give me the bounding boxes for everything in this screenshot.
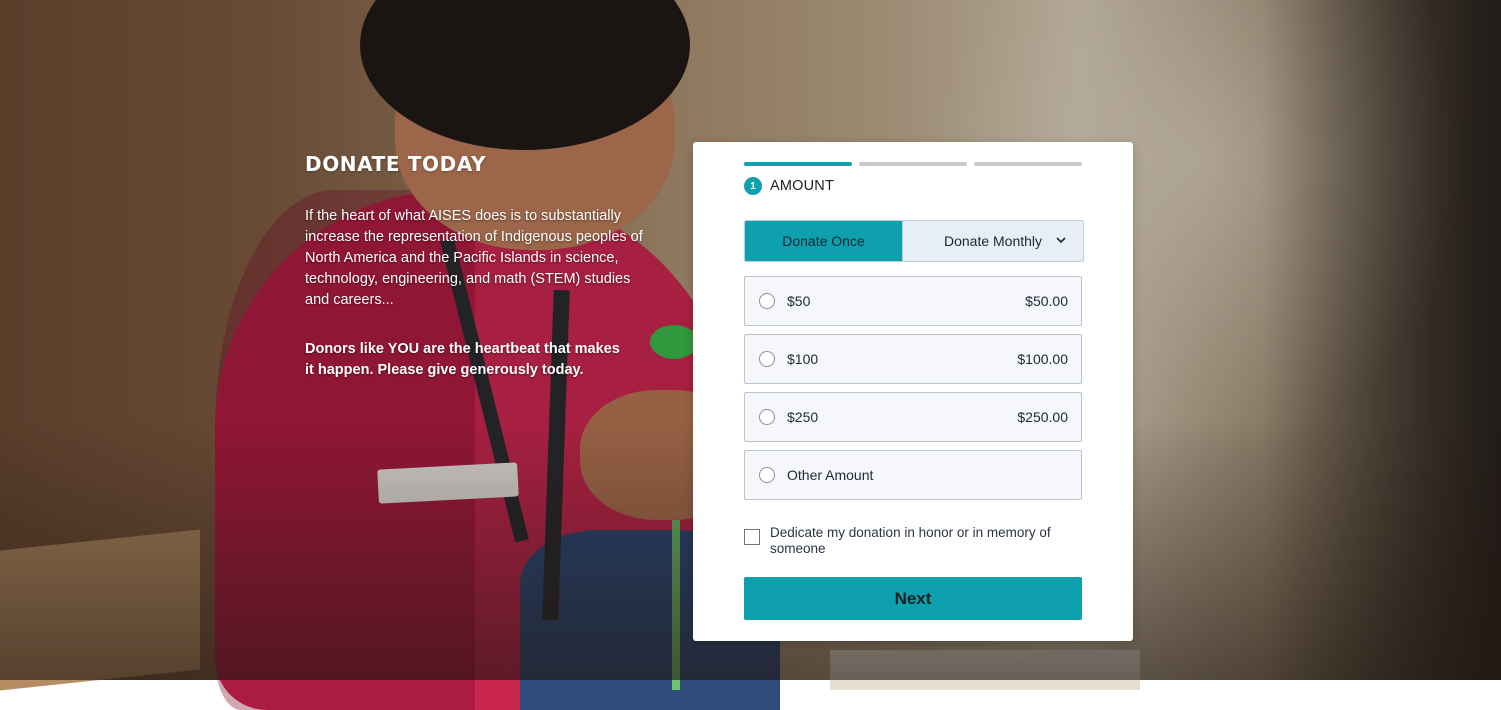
amount-option-50[interactable]: $50 $50.00 bbox=[744, 276, 1082, 326]
amount-label: $50 bbox=[787, 293, 811, 309]
amount-option-other[interactable]: Other Amount bbox=[744, 450, 1082, 500]
intro-emphasis: Donors like YOU are the heartbeat that m… bbox=[305, 341, 620, 378]
amount-option-100[interactable]: $100 $100.00 bbox=[744, 334, 1082, 384]
chevron-down-icon bbox=[1056, 237, 1066, 244]
amount-radio[interactable] bbox=[759, 293, 775, 309]
amount-label: Other Amount bbox=[787, 467, 874, 483]
donate-monthly-dropdown[interactable]: Donate Monthly bbox=[902, 221, 1083, 261]
amount-value: $250.00 bbox=[1017, 409, 1068, 425]
amount-option-250[interactable]: $250 $250.00 bbox=[744, 392, 1082, 442]
donation-form-card: 1 AMOUNT Donate Once Donate Monthly $50 … bbox=[693, 142, 1133, 641]
step-progress bbox=[744, 162, 1082, 166]
intro-paragraph: If the heart of what AISES does is to su… bbox=[305, 208, 643, 308]
dedicate-checkbox[interactable] bbox=[744, 529, 760, 545]
donate-once-button[interactable]: Donate Once bbox=[745, 221, 902, 261]
step-bar-1 bbox=[744, 162, 852, 166]
amount-value: $50.00 bbox=[1025, 293, 1068, 309]
dedicate-label: Dedicate my donation in honor or in memo… bbox=[770, 525, 1051, 556]
amount-radio[interactable] bbox=[759, 467, 775, 483]
frequency-toggle: Donate Once Donate Monthly bbox=[744, 220, 1084, 262]
amount-radio[interactable] bbox=[759, 409, 775, 425]
next-button[interactable]: Next bbox=[744, 577, 1082, 620]
amount-label: $250 bbox=[787, 409, 819, 425]
dedicate-option: Dedicate my donation in honor or in memo… bbox=[744, 525, 1082, 557]
step-label: AMOUNT bbox=[770, 178, 835, 194]
page-title: DONATE TODAY bbox=[305, 152, 487, 176]
intro-section: DONATE TODAY If the heart of what AISES … bbox=[305, 152, 645, 381]
amount-value: $100.00 bbox=[1017, 351, 1068, 367]
amount-label: $100 bbox=[787, 351, 819, 367]
donate-monthly-label: Donate Monthly bbox=[943, 233, 1043, 249]
step-number-badge: 1 bbox=[744, 177, 762, 195]
step-bar-2 bbox=[859, 162, 967, 166]
amount-radio[interactable] bbox=[759, 351, 775, 367]
step-bar-3 bbox=[974, 162, 1082, 166]
step-header: 1 AMOUNT bbox=[744, 177, 834, 195]
